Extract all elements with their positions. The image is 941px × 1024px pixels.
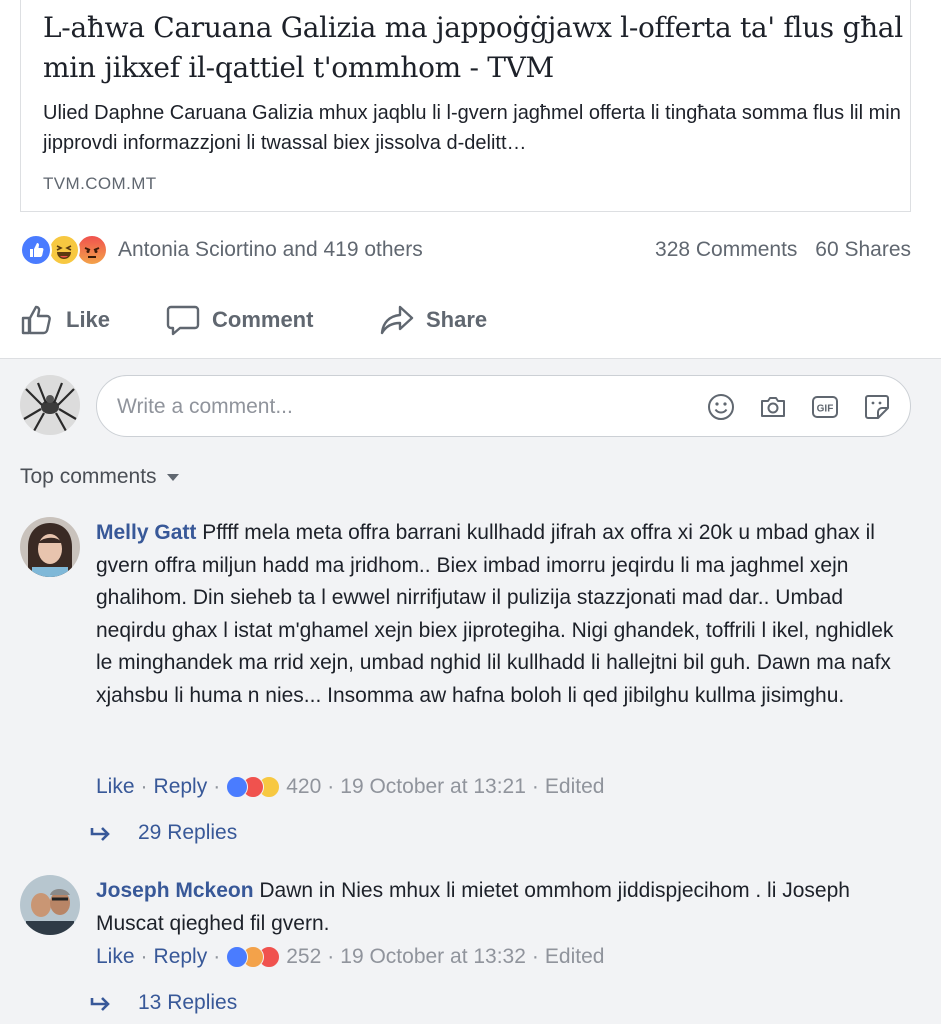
camera-icon[interactable] xyxy=(758,392,788,422)
angry-reaction-icon xyxy=(76,234,108,266)
haha-reaction-icon xyxy=(48,234,80,266)
reaction-icons[interactable] xyxy=(20,234,112,268)
post-action-bar: Like Comment Share xyxy=(20,296,911,344)
share-label: Share xyxy=(426,307,488,332)
comment-reactions[interactable] xyxy=(226,776,282,798)
comment-like-link[interactable]: Like xyxy=(96,945,135,969)
comment-reaction-count[interactable]: 252 xyxy=(286,945,321,969)
view-replies-link[interactable]: 13 Replies xyxy=(90,991,237,1015)
comment-author[interactable]: Melly Gatt xyxy=(96,521,196,544)
link-preview-card[interactable]: L-aħwa Caruana Galizia ma jappoġġjawx l-… xyxy=(20,0,911,212)
comment-bubble-icon xyxy=(166,305,200,336)
comment-filter-dropdown[interactable]: Top comments xyxy=(20,465,179,489)
sticker-icon[interactable] xyxy=(862,392,892,422)
comment-text: Pffff mela meta offra barrani kullhadd j… xyxy=(96,521,894,707)
reply-arrow-icon xyxy=(90,827,110,841)
thumbs-up-icon xyxy=(21,305,51,335)
replies-count: 13 Replies xyxy=(138,991,238,1014)
current-user-avatar[interactable] xyxy=(20,375,80,435)
comment-author[interactable]: Joseph Mckeon xyxy=(96,879,254,902)
reply-arrow-icon xyxy=(90,997,110,1011)
link-domain: TVM.COM.MT xyxy=(43,174,157,193)
gif-icon[interactable]: GIF xyxy=(810,392,840,422)
comment-reactions[interactable] xyxy=(226,946,282,968)
reactions-summary[interactable]: Antonia Sciortino and 419 others xyxy=(118,238,423,262)
composer-tools: GIF xyxy=(706,392,892,422)
link-title[interactable]: L-aħwa Caruana Galizia ma jappoġġjawx l-… xyxy=(43,8,903,88)
comment-item: Joseph Mckeon Dawn in Nies mhux li miete… xyxy=(20,875,911,1024)
comment-body: Melly Gatt Pffff mela meta offra barrani… xyxy=(96,517,906,712)
post-counts: 328 Comments 60 Shares xyxy=(643,238,911,262)
comments-count[interactable]: 328 Comments xyxy=(655,238,797,261)
comment-reply-link[interactable]: Reply xyxy=(154,775,208,799)
comment-reply-link[interactable]: Reply xyxy=(154,945,208,969)
replies-count: 29 Replies xyxy=(138,821,238,844)
comment-input[interactable] xyxy=(117,390,677,424)
comment-timestamp[interactable]: 19 October at 13:32 xyxy=(340,945,526,969)
comments-section: GIF Top comments Melly Gatt Pffff mela m… xyxy=(0,358,941,1024)
like-button[interactable]: Like xyxy=(20,296,110,344)
like-reaction-icon xyxy=(20,234,52,266)
share-button[interactable]: Share xyxy=(380,296,487,344)
link-description: Ulied Daphne Caruana Galizia mhux jaqblu… xyxy=(43,102,901,154)
comment-meta: Like · Reply · 420 · 19 October at 13:21… xyxy=(96,775,605,799)
commenter-avatar[interactable] xyxy=(20,875,80,935)
comment-edited-label[interactable]: Edited xyxy=(545,775,605,799)
comment-body: Joseph Mckeon Dawn in Nies mhux li miete… xyxy=(96,875,906,940)
comment-button[interactable]: Comment xyxy=(166,296,941,344)
view-replies-link[interactable]: 29 Replies xyxy=(90,821,237,845)
comment-like-link[interactable]: Like xyxy=(96,775,135,799)
commenter-avatar[interactable] xyxy=(20,517,80,577)
svg-text:GIF: GIF xyxy=(817,404,834,415)
comment-composer[interactable]: GIF xyxy=(96,375,911,437)
comment-meta: Like · Reply · 252 · 19 October at 13:32… xyxy=(96,945,605,969)
comment-edited-label[interactable]: Edited xyxy=(545,945,605,969)
comment-label: Comment xyxy=(212,307,314,332)
comment-filter-label: Top comments xyxy=(20,465,157,488)
post-stats-bar: Antonia Sciortino and 419 others 328 Com… xyxy=(20,232,911,270)
caret-down-icon xyxy=(166,473,179,481)
comment-timestamp[interactable]: 19 October at 13:21 xyxy=(340,775,526,799)
share-arrow-icon xyxy=(380,305,414,335)
comment-reaction-count[interactable]: 420 xyxy=(286,775,321,799)
emoji-icon[interactable] xyxy=(706,392,736,422)
comment-item: Melly Gatt Pffff mela meta offra barrani… xyxy=(20,517,911,847)
like-label: Like xyxy=(66,307,111,332)
shares-count[interactable]: 60 Shares xyxy=(815,238,911,261)
